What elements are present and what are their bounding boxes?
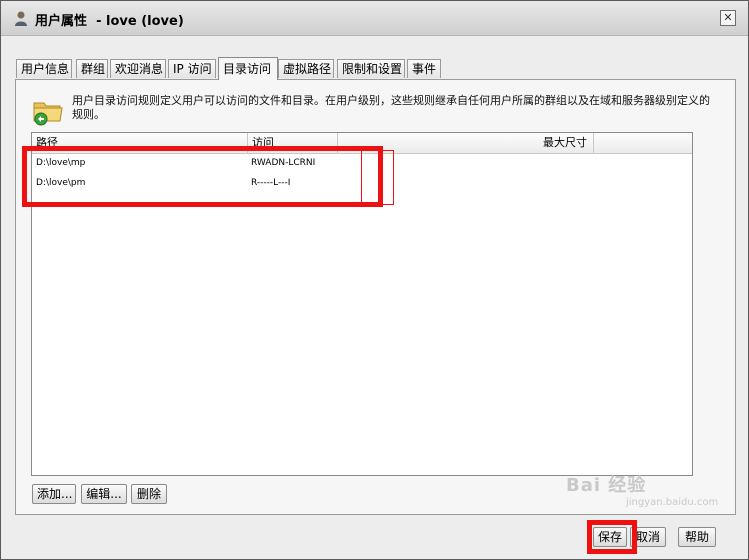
tab-virtual-paths[interactable]: 虚拟路径 — [278, 59, 334, 78]
tab-welcome-message[interactable]: 欢迎消息 — [110, 59, 166, 78]
directory-access-panel: 用户目录访问规则定义用户可以访问的文件和目录。在用户级别，这些规则继承自任何用户… — [15, 79, 736, 515]
close-button[interactable]: ✕ — [720, 10, 736, 26]
tab-user-info[interactable]: 用户信息 — [16, 59, 72, 78]
watermark: Bai 经验 jingyan.baidu.com — [566, 475, 719, 508]
title-bar: 用户属性 - love (love) ✕ — [1, 1, 748, 36]
save-highlight-annotation — [587, 520, 637, 554]
delete-button[interactable]: 删除 — [131, 484, 167, 504]
panel-description: 用户目录访问规则定义用户可以访问的文件和目录。在用户级别，这些规则继承自任何用户… — [72, 94, 710, 121]
highlight-annotation — [22, 146, 383, 207]
edit-button[interactable]: 编辑... — [81, 484, 127, 504]
tab-directory-access[interactable]: 目录访问 — [218, 57, 278, 80]
tab-groups[interactable]: 群组 — [76, 59, 108, 78]
close-icon: ✕ — [723, 11, 733, 24]
help-button[interactable]: 帮助 — [678, 527, 716, 547]
add-button[interactable]: 添加... — [32, 484, 76, 504]
user-properties-dialog: 用户属性 - love (love) ✕ 用户信息 群组 欢迎消息 IP 访问 … — [0, 0, 749, 560]
dialog-title: 用户属性 - love (love) — [35, 14, 184, 29]
tab-ip-access[interactable]: IP 访问 — [168, 59, 216, 78]
folder-icon — [33, 102, 63, 126]
dialog-subtitle: - love (love) — [96, 14, 184, 29]
user-icon — [15, 11, 27, 26]
tab-limits-settings[interactable]: 限制和设置 — [337, 59, 405, 78]
tab-events[interactable]: 事件 — [407, 59, 441, 78]
highlight-annotation-outline — [361, 150, 394, 205]
